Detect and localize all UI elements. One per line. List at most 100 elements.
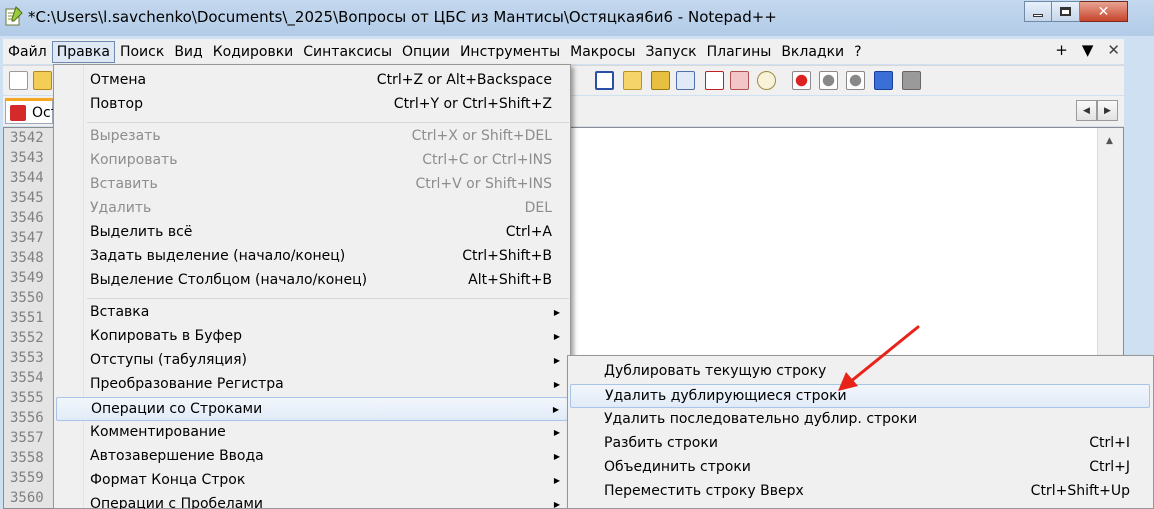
line-number: 3554 bbox=[10, 370, 44, 386]
tab-list-icon[interactable]: ▼ bbox=[1082, 41, 1094, 59]
menu-separator bbox=[87, 122, 569, 123]
edit-copy-item[interactable]: Копировать Ctrl+C or Ctrl+INS bbox=[56, 149, 568, 173]
item-label: Удалить bbox=[90, 200, 152, 216]
edit-redo-item[interactable]: Повтор Ctrl+Y or Ctrl+Shift+Z bbox=[56, 93, 568, 117]
menu-language[interactable]: Синтаксисы bbox=[298, 41, 397, 63]
menu-bar: Файл Правка Поиск Вид Кодировки Синтакси… bbox=[3, 39, 1124, 64]
folder-workspace-icon[interactable] bbox=[730, 71, 749, 90]
menu-search[interactable]: Поиск bbox=[115, 41, 169, 63]
playback-icon[interactable] bbox=[846, 71, 865, 90]
item-label: Автозавершение Ввода bbox=[90, 448, 264, 464]
edit-begin-end-select-item[interactable]: Задать выделение (начало/конец) Ctrl+Shi… bbox=[56, 245, 568, 269]
item-label: Удалить дублирующиеся строки bbox=[605, 388, 847, 404]
edit-undo-item[interactable]: Отмена Ctrl+Z or Alt+Backspace bbox=[56, 69, 568, 93]
edit-comment-submenu[interactable]: Комментирование ▶ bbox=[56, 421, 568, 445]
item-label: Отступы (табуляция) bbox=[90, 352, 247, 368]
indent-guide-icon[interactable] bbox=[623, 71, 642, 90]
item-shortcut: Ctrl+Shift+B bbox=[462, 248, 552, 264]
edit-column-select-item[interactable]: Выделение Столбцом (начало/конец) Alt+Sh… bbox=[56, 269, 568, 293]
edit-convert-case-submenu[interactable]: Преобразование Регистра ▶ bbox=[56, 373, 568, 397]
edit-select-all-item[interactable]: Выделить всё Ctrl+A bbox=[56, 221, 568, 245]
submenu-arrow-icon: ▶ bbox=[553, 332, 560, 341]
edit-blank-operations-submenu[interactable]: Операции с Пробелами ▶ bbox=[56, 493, 568, 509]
line-number: 3558 bbox=[10, 450, 44, 466]
menu-view[interactable]: Вид bbox=[169, 41, 207, 63]
item-label: Вставка bbox=[90, 304, 150, 320]
menu-tools[interactable]: Инструменты bbox=[455, 41, 565, 63]
menu-settings[interactable]: Опции bbox=[397, 41, 455, 63]
item-shortcut: Ctrl+V or Shift+INS bbox=[415, 176, 552, 192]
line-number-gutter: 3542 3543 3544 3545 3546 3547 3548 3549 … bbox=[4, 128, 56, 508]
item-label: Дублировать текущую строку bbox=[604, 363, 827, 379]
close-window-button[interactable]: ✕ bbox=[1080, 1, 1128, 22]
item-label: Задать выделение (начало/конец) bbox=[90, 248, 346, 264]
user-lang-icon[interactable] bbox=[651, 71, 670, 90]
menu-edit[interactable]: Правка bbox=[51, 40, 115, 63]
submenu-arrow-icon: ▶ bbox=[553, 500, 560, 509]
doc-map-icon[interactable] bbox=[676, 71, 695, 90]
line-number: 3550 bbox=[10, 290, 44, 306]
maximize-button[interactable] bbox=[1052, 1, 1080, 22]
remove-consecutive-duplicates-item[interactable]: Удалить последовательно дублир. строки bbox=[570, 408, 1150, 432]
item-label: Вырезать bbox=[90, 128, 161, 144]
edit-delete-item[interactable]: Удалить DEL bbox=[56, 197, 568, 221]
menu-file[interactable]: Файл bbox=[3, 41, 52, 63]
item-label: Объединить строки bbox=[604, 459, 751, 475]
submenu-arrow-icon: ▶ bbox=[553, 308, 560, 317]
edit-cut-item[interactable]: Вырезать Ctrl+X or Shift+DEL bbox=[56, 125, 568, 149]
run-macro-multiple-icon[interactable] bbox=[874, 71, 893, 90]
record-macro-icon[interactable] bbox=[792, 71, 811, 90]
item-shortcut: Ctrl+C or Ctrl+INS bbox=[422, 152, 552, 168]
split-lines-item[interactable]: Разбить строки Ctrl+I bbox=[570, 432, 1150, 456]
item-label: Выделение Столбцом (начало/конец) bbox=[90, 272, 368, 288]
item-label: Операции с Пробелами bbox=[90, 496, 263, 509]
item-shortcut: DEL bbox=[524, 200, 552, 216]
open-file-icon[interactable] bbox=[33, 71, 52, 90]
tab-scroll-right-icon[interactable]: ▶ bbox=[1097, 100, 1118, 121]
minimize-icon bbox=[1033, 14, 1043, 17]
item-label: Повтор bbox=[90, 96, 143, 112]
monitoring-icon[interactable] bbox=[757, 71, 776, 90]
notepadpp-icon bbox=[5, 6, 23, 26]
close-icon: ✕ bbox=[1097, 3, 1110, 20]
item-label: Отмена bbox=[90, 72, 147, 88]
submenu-arrow-icon: ▶ bbox=[553, 452, 560, 461]
edit-eol-conversion-submenu[interactable]: Формат Конца Строк ▶ bbox=[56, 469, 568, 493]
join-lines-item[interactable]: Объединить строки Ctrl+J bbox=[570, 456, 1150, 480]
edit-paste-item[interactable]: Вставить Ctrl+V or Shift+INS bbox=[56, 173, 568, 197]
window-title: *C:\Users\l.savchenko\Documents\_2025\Во… bbox=[28, 8, 777, 26]
move-line-up-item[interactable]: Переместить строку Вверх Ctrl+Shift+Up bbox=[570, 480, 1150, 504]
line-number: 3549 bbox=[10, 270, 44, 286]
menu-run[interactable]: Запуск bbox=[640, 41, 701, 63]
annotation-arrow-icon bbox=[838, 325, 920, 391]
line-number: 3559 bbox=[10, 470, 44, 486]
menu-window[interactable]: Вкладки bbox=[776, 41, 849, 63]
edit-insert-submenu[interactable]: Вставка ▶ bbox=[56, 301, 568, 325]
menu-macro[interactable]: Макросы bbox=[565, 41, 640, 63]
menu-encoding[interactable]: Кодировки bbox=[208, 41, 299, 63]
edit-copy-to-clipboard-submenu[interactable]: Копировать в Буфер ▶ bbox=[56, 325, 568, 349]
new-file-icon[interactable] bbox=[9, 71, 28, 90]
menu-help[interactable]: ? bbox=[849, 41, 866, 63]
minimize-button[interactable] bbox=[1024, 1, 1052, 22]
save-macro-icon[interactable] bbox=[902, 71, 921, 90]
add-tab-icon[interactable]: + bbox=[1055, 41, 1068, 59]
edit-line-operations-submenu[interactable]: Операции со Строками ▶ bbox=[56, 397, 568, 421]
close-doc-icon[interactable]: ✕ bbox=[1107, 41, 1120, 59]
line-number: 3548 bbox=[10, 250, 44, 266]
edit-auto-completion-submenu[interactable]: Автозавершение Ввода ▶ bbox=[56, 445, 568, 469]
wrap-icon[interactable] bbox=[595, 71, 614, 90]
item-shortcut: Alt+Shift+B bbox=[468, 272, 552, 288]
stop-record-icon[interactable] bbox=[819, 71, 838, 90]
tab-scroll-left-icon[interactable]: ◀ bbox=[1076, 100, 1097, 121]
edit-indent-submenu[interactable]: Отступы (табуляция) ▶ bbox=[56, 349, 568, 373]
maximize-icon bbox=[1060, 7, 1071, 16]
menu-plugins[interactable]: Плагины bbox=[702, 41, 777, 63]
submenu-arrow-icon: ▶ bbox=[553, 428, 560, 437]
scroll-up-icon[interactable]: ▲ bbox=[1106, 136, 1113, 146]
line-number: 3542 bbox=[10, 130, 44, 146]
item-label: Копировать bbox=[90, 152, 178, 168]
line-number: 3557 bbox=[10, 430, 44, 446]
document-tab[interactable]: Ост bbox=[5, 98, 59, 124]
function-list-icon[interactable] bbox=[705, 71, 724, 90]
